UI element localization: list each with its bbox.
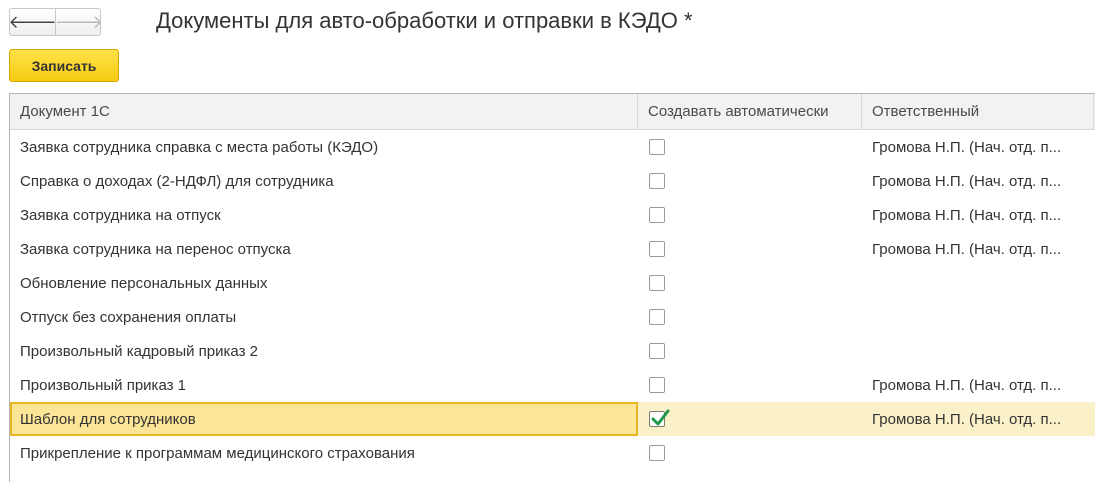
auto-create-cell (638, 300, 862, 334)
document-cell[interactable]: Заявка сотрудника на отпуск (10, 198, 638, 232)
table-row[interactable]: Отпуск без сохранения оплаты (10, 300, 1095, 334)
table-header: Документ 1С Создавать автоматически Отве… (10, 94, 1095, 130)
auto-create-cell (638, 334, 862, 368)
document-cell[interactable]: Произвольный приказ 1 (10, 368, 638, 402)
responsible-cell[interactable] (862, 334, 1094, 368)
auto-create-checkbox[interactable] (649, 241, 665, 257)
responsible-cell[interactable]: Громова Н.П. (Нач. отд. п... (862, 164, 1094, 198)
auto-create-cell (638, 368, 862, 402)
auto-create-checkbox[interactable] (649, 207, 665, 223)
table-row[interactable]: Заявка сотрудника справка с места работы… (10, 130, 1095, 164)
auto-create-checkbox[interactable] (649, 309, 665, 325)
responsible-cell[interactable] (862, 436, 1094, 470)
auto-create-cell (638, 266, 862, 300)
auto-create-checkbox[interactable] (649, 173, 665, 189)
arrow-left-icon: 🡐 (8, 12, 57, 32)
auto-create-checkbox[interactable] (649, 275, 665, 291)
responsible-cell[interactable]: Громова Н.П. (Нач. отд. п... (862, 198, 1094, 232)
table-row[interactable]: Заявка сотрудника на отпуск Громова Н.П. … (10, 198, 1095, 232)
navigation-buttons: 🡐 🡒 (8, 8, 104, 36)
documents-table: Документ 1С Создавать автоматически Отве… (9, 93, 1095, 482)
forward-button[interactable]: 🡒 (54, 9, 104, 35)
back-button[interactable]: 🡐 (8, 9, 57, 35)
page-title: Документы для авто-обработки и отправки … (156, 8, 693, 33)
responsible-cell[interactable] (862, 300, 1094, 334)
table-row[interactable]: Шаблон для сотрудников Громова Н.П. (Нач.… (10, 402, 1095, 436)
responsible-cell[interactable] (862, 266, 1094, 300)
table-row[interactable]: Справка о доходах (2-НДФЛ) для сотрудник… (10, 164, 1095, 198)
responsible-cell[interactable]: Громова Н.П. (Нач. отд. п... (862, 402, 1094, 436)
responsible-cell[interactable]: Громова Н.П. (Нач. отд. п... (862, 130, 1094, 164)
document-cell[interactable]: Произвольный кадровый приказ 2 (10, 334, 638, 368)
table-row[interactable]: Заявка сотрудника на перенос отпуска Гром… (10, 232, 1095, 266)
auto-create-cell (638, 130, 862, 164)
arrow-right-icon: 🡒 (54, 12, 104, 32)
document-cell[interactable]: Справка о доходах (2-НДФЛ) для сотрудник… (10, 164, 638, 198)
responsible-cell[interactable]: Громова Н.П. (Нач. отд. п... (862, 232, 1094, 266)
auto-create-checkbox[interactable] (649, 343, 665, 359)
document-cell[interactable]: Заявка сотрудника справка с места работы… (10, 130, 638, 164)
auto-create-cell (638, 198, 862, 232)
responsible-cell[interactable]: Громова Н.П. (Нач. отд. п... (862, 368, 1094, 402)
column-header-responsible[interactable]: Ответственный (862, 94, 1094, 129)
document-cell[interactable]: Шаблон для сотрудников (10, 402, 638, 436)
table-body: Заявка сотрудника справка с места работы… (10, 130, 1095, 470)
auto-create-checkbox[interactable] (649, 377, 665, 393)
table-row[interactable]: Произвольный приказ 1 Громова Н.П. (Нач. … (10, 368, 1095, 402)
save-button[interactable]: Записать (9, 49, 119, 82)
column-header-auto[interactable]: Создавать автоматически (638, 94, 862, 129)
document-cell[interactable]: Обновление персональных данных (10, 266, 638, 300)
checkmark-icon (651, 409, 670, 426)
toolbar: 🡐 🡒 Документы для авто-обработки и отпра… (0, 0, 1095, 46)
column-header-document[interactable]: Документ 1С (10, 94, 638, 129)
auto-create-checkbox[interactable] (649, 409, 670, 427)
document-cell[interactable]: Заявка сотрудника на перенос отпуска (10, 232, 638, 266)
table-row[interactable]: Обновление персональных данных (10, 266, 1095, 300)
auto-create-cell (638, 164, 862, 198)
document-cell[interactable]: Отпуск без сохранения оплаты (10, 300, 638, 334)
auto-create-checkbox[interactable] (649, 445, 665, 461)
table-row[interactable]: Произвольный кадровый приказ 2 (10, 334, 1095, 368)
auto-create-checkbox[interactable] (649, 139, 665, 155)
auto-create-cell (638, 436, 862, 470)
auto-create-cell (638, 402, 862, 436)
document-cell[interactable]: Прикрепление к программам медицинского с… (10, 436, 638, 470)
auto-create-cell (638, 232, 862, 266)
table-row[interactable]: Прикрепление к программам медицинского с… (10, 436, 1095, 470)
